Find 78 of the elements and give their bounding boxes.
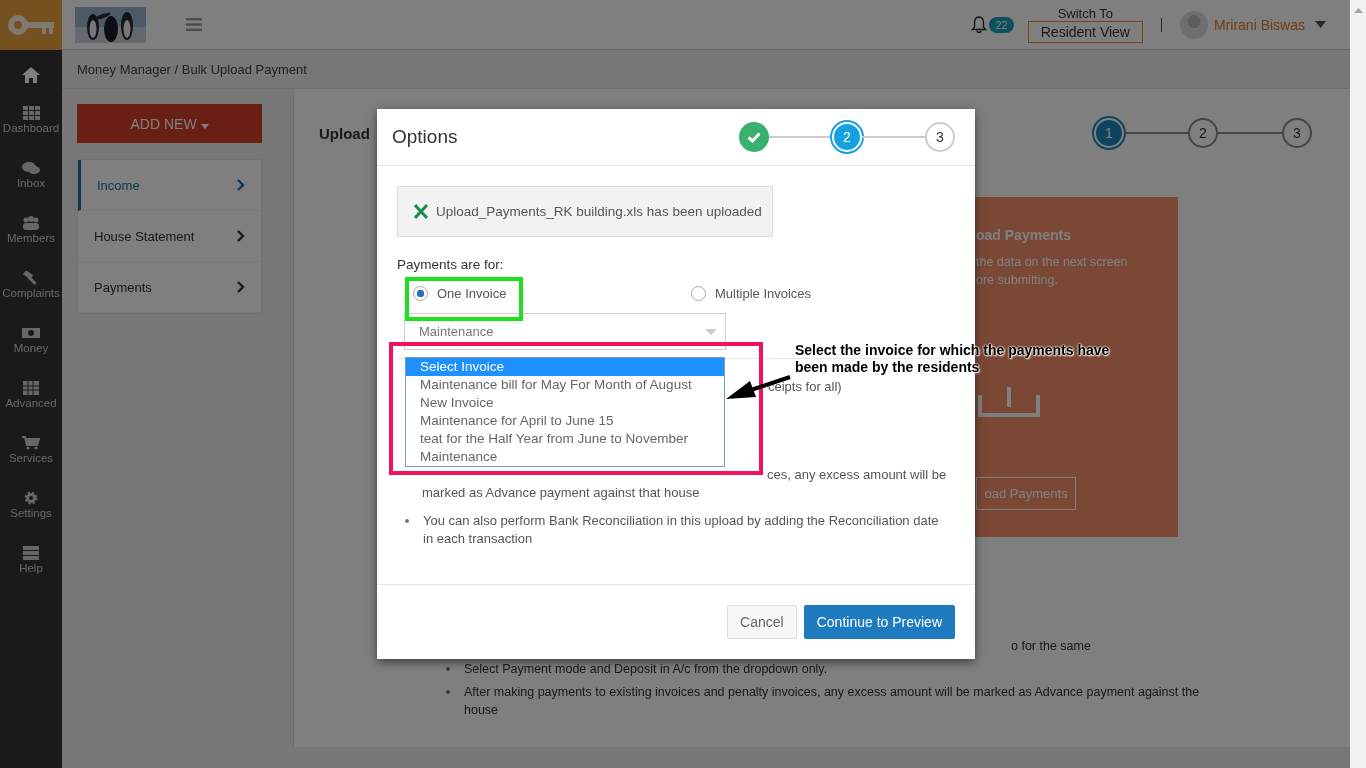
chevron-icon xyxy=(237,179,245,191)
server-icon xyxy=(22,546,40,560)
upload-payments-button[interactable]: oad Payments xyxy=(976,477,1076,510)
chevron-icon xyxy=(237,230,245,242)
home-icon[interactable] xyxy=(21,66,41,84)
radio-option[interactable]: Multiple Invoices xyxy=(691,286,812,301)
notification-badge: 22 xyxy=(989,16,1014,33)
sidebar-item[interactable]: Help xyxy=(19,540,43,595)
note-text: o for the same xyxy=(1011,638,1092,655)
cancel-button[interactable]: Cancel xyxy=(727,605,797,639)
dropdown-option[interactable]: Maintenance xyxy=(406,448,724,466)
note-text: ces, any excess amount will be xyxy=(767,466,947,484)
note-text: After making payments to existing invoices and penalty invoices, any excess amount will be marked as Advance payment against the house xyxy=(464,684,1201,719)
sidebar-item[interactable]: Dashboard xyxy=(2,100,60,155)
scroll-up-icon[interactable] xyxy=(1353,8,1363,13)
chat-icon xyxy=(22,161,40,175)
continue-button[interactable]: Continue to Preview xyxy=(803,605,955,639)
bullet-dot xyxy=(405,519,409,523)
sidebar-item[interactable]: Members xyxy=(7,210,55,265)
dropdown-option[interactable]: Maintenance for April to June 15 xyxy=(406,412,724,430)
menu-label: House Statement xyxy=(94,228,195,244)
avatar xyxy=(1180,10,1208,39)
note-text: marked as Advance payment against that house xyxy=(422,484,700,502)
sidebar-item[interactable]: Inbox xyxy=(16,155,46,210)
key-icon xyxy=(6,13,56,37)
menu-item[interactable]: Income xyxy=(78,160,261,211)
menu-icon[interactable] xyxy=(186,18,202,31)
upload-message: Upload_Payments_RK building.xls has been uploaded xyxy=(436,204,762,219)
gear-icon xyxy=(22,491,40,505)
menu-item[interactable]: House Statement xyxy=(78,211,261,262)
caret-icon xyxy=(705,328,717,335)
table-icon xyxy=(22,381,40,395)
check-icon xyxy=(747,131,761,143)
grid-icon xyxy=(22,106,40,120)
step-indicator: 2 xyxy=(1188,118,1218,148)
panel-title: Upload xyxy=(319,124,370,142)
dropdown-option[interactable]: Select Invoice xyxy=(406,358,724,376)
dialog-title: Options xyxy=(392,126,458,148)
radio-button[interactable] xyxy=(413,286,428,301)
card-text: ore submitting. xyxy=(976,272,1058,289)
user-name[interactable]: Mrirani Biswas xyxy=(1214,16,1305,33)
radio-option[interactable]: One Invoice xyxy=(413,286,691,301)
step-indicator: 2 xyxy=(832,122,862,152)
dropdown-option[interactable]: teat for the Half Year from June to November xyxy=(406,430,724,448)
menu-item[interactable]: Payments xyxy=(78,262,261,313)
sidebar-item[interactable]: Complaints xyxy=(2,265,60,320)
field-label: Payments are for: xyxy=(397,257,504,272)
card-title: oad Payments xyxy=(976,227,1071,243)
excel-icon xyxy=(414,204,428,219)
add-new-button[interactable]: ADD NEW xyxy=(77,104,262,143)
upload-icon xyxy=(978,387,1040,417)
step-indicator: 3 xyxy=(1282,118,1312,148)
dropdown-option[interactable]: New Invoice xyxy=(406,394,724,412)
step-indicator: 3 xyxy=(925,122,955,152)
note-text: You can also perform Bank Reconciliation in this upload by adding the Reconciliation date in each transaction xyxy=(423,512,940,548)
breadcrumb: Money Manager / Bulk Upload Payment xyxy=(77,61,307,77)
sidebar-item[interactable]: Advanced xyxy=(5,375,57,430)
bullet-dot xyxy=(446,667,450,671)
resident-view-button[interactable]: Resident View xyxy=(1027,21,1143,43)
money-icon xyxy=(22,326,40,340)
sidebar-item[interactable]: Services xyxy=(8,430,54,485)
note-text: Select Payment mode and Deposit in A/c from the dropdown only. xyxy=(464,661,828,678)
menu-label: Payments xyxy=(94,279,152,295)
menu-label: Income xyxy=(97,177,140,193)
option-text: ceipts for all) xyxy=(768,379,842,394)
step-indicator: 1 xyxy=(1094,118,1124,148)
people-icon xyxy=(22,216,40,230)
caret-icon[interactable] xyxy=(1315,21,1326,28)
dropdown-option[interactable]: Maintenance bill for May For Month of August xyxy=(406,376,724,394)
switch-label: Switch To xyxy=(1057,6,1114,21)
bell-icon[interactable] xyxy=(971,16,988,33)
cart-icon xyxy=(22,436,40,450)
bullet-dot xyxy=(446,690,450,694)
caret-icon xyxy=(200,123,209,129)
chevron-icon xyxy=(237,281,245,293)
sidebar-item[interactable]: Settings xyxy=(10,485,52,540)
card-text: the data on the next screen xyxy=(976,254,1128,271)
sidebar-item[interactable]: Money xyxy=(13,320,49,375)
